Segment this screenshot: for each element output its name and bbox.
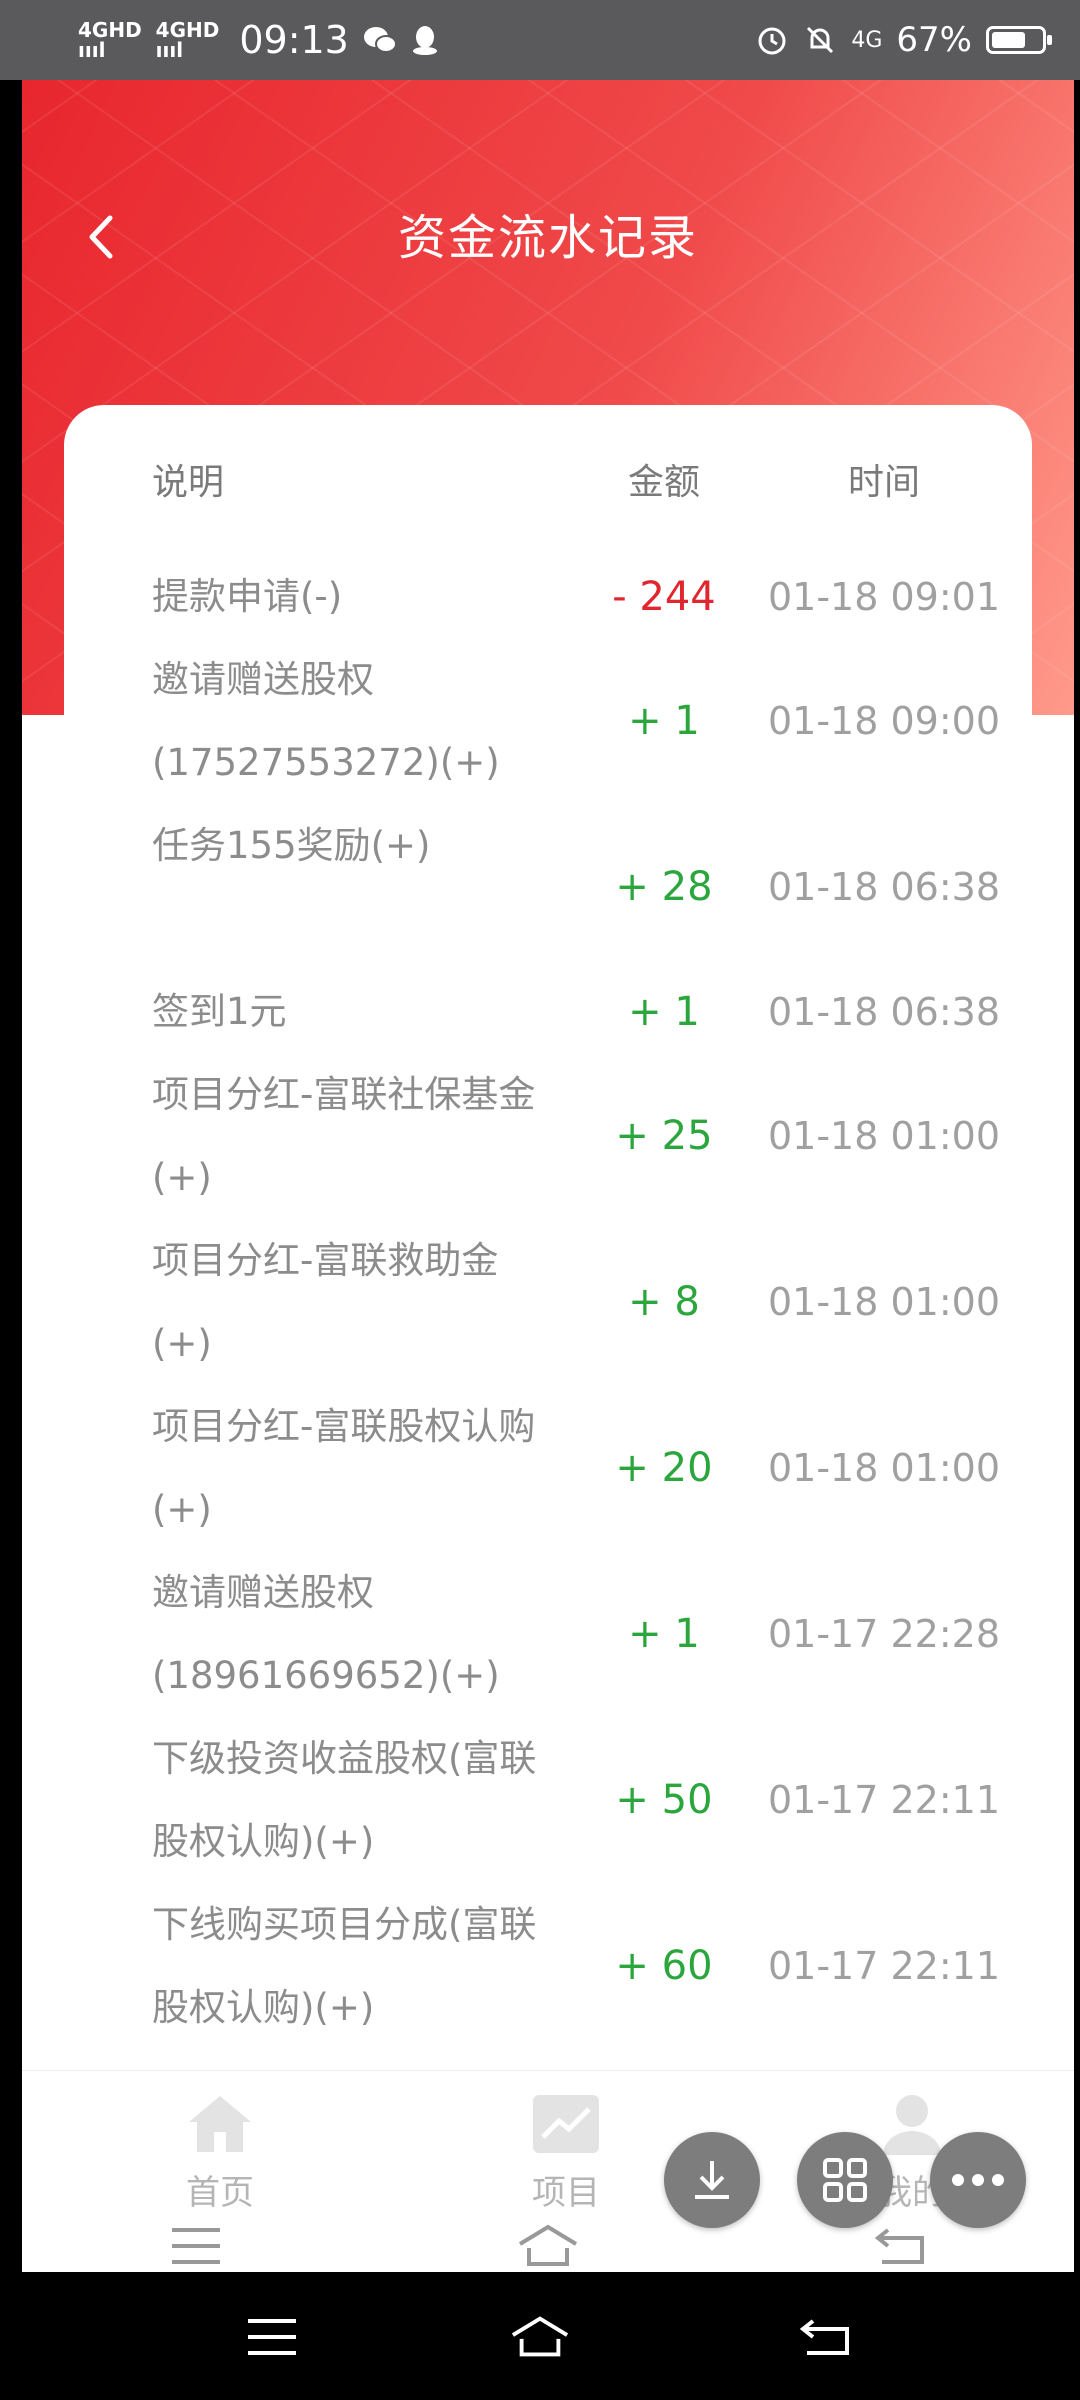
download-float-button[interactable] bbox=[664, 2132, 760, 2228]
column-time: 时间 bbox=[847, 462, 920, 503]
inner-nav-bar bbox=[22, 2220, 1074, 2272]
signal-label-1: 4GHD bbox=[78, 18, 142, 42]
record-description: 下线购买项目分成(富联股权认购)(+) bbox=[152, 1903, 537, 2029]
record-time: 01-18 01:00 bbox=[767, 1446, 1000, 1490]
record-row: 项目分红-富联股权认购(+) + 20 01-18 01:00 bbox=[64, 1385, 1032, 1551]
system-nav-bar bbox=[0, 2272, 1080, 2400]
record-row: 任务155奖励(+) + 28 01-18 06:38 bbox=[64, 804, 1032, 970]
back-arrow-icon bbox=[799, 2319, 849, 2355]
record-description: 邀请赠送股权(17527553272)(+) bbox=[152, 658, 500, 784]
app-screen: 资金流水记录 说明 金额 时间 提款申请(-) - 244 01-18 09:01 邀… bbox=[22, 80, 1074, 2272]
status-bar: 4GHD ıııl 4GHD ıııl 09:13 4G 67% bbox=[0, 0, 1080, 80]
record-time: 01-17 22:11 bbox=[767, 1778, 1000, 1822]
record-amount: + 60 bbox=[615, 1943, 713, 1989]
record-time: 01-18 06:38 bbox=[767, 865, 1000, 909]
record-row: 邀请赠送股权(18961669652)(+) + 1 01-17 22:28 bbox=[64, 1551, 1032, 1717]
user-icon bbox=[883, 2095, 941, 2155]
home-icon bbox=[189, 2096, 251, 2152]
home-outline-icon bbox=[511, 2316, 569, 2357]
signal-icon-1: 4GHD ıııl bbox=[78, 18, 142, 62]
record-amount: + 20 bbox=[615, 1445, 713, 1491]
record-description: 邀请赠送股权(18961669652)(+) bbox=[152, 1571, 500, 1697]
record-time: 01-18 06:38 bbox=[767, 989, 1000, 1034]
qq-icon bbox=[412, 26, 437, 55]
signal-icon-2: 4GHD ıııl bbox=[155, 18, 220, 62]
grid-icon bbox=[823, 2158, 867, 2202]
column-amount: 金额 bbox=[627, 462, 700, 503]
record-time: 01-17 22:11 bbox=[767, 1944, 1000, 1988]
record-row: 提款申请(-) - 244 01-18 09:01 bbox=[64, 555, 1032, 638]
more-dots-icon bbox=[952, 2174, 1004, 2186]
record-row: 项目分红-富联社保基金(+) + 25 01-18 01:00 bbox=[64, 1053, 1032, 1219]
more-float-button[interactable] bbox=[930, 2132, 1026, 2228]
table-header: 说明 金额 时间 bbox=[64, 453, 1032, 513]
back-arrow-icon[interactable] bbox=[874, 2226, 926, 2266]
system-menu-button[interactable] bbox=[242, 2312, 302, 2362]
records-list: 提款申请(-) - 244 01-18 09:01 邀请赠送股权(1752755327… bbox=[64, 555, 1032, 2049]
record-description: 签到1元 bbox=[152, 990, 287, 1033]
tab-project-label: 项目 bbox=[532, 2173, 600, 2213]
menu-icon bbox=[248, 2319, 296, 2355]
record-row: 邀请赠送股权(17527553272)(+) + 1 01-18 09:00 bbox=[64, 638, 1032, 804]
network-type: 4G bbox=[851, 27, 883, 53]
tab-home-label: 首页 bbox=[186, 2173, 254, 2213]
record-row: 项目分红-富联救助金(+) + 8 01-18 01:00 bbox=[64, 1219, 1032, 1385]
home-outline-icon[interactable] bbox=[517, 2224, 579, 2268]
tab-project[interactable]: 项目 bbox=[476, 2089, 656, 2214]
record-amount: + 1 bbox=[628, 988, 700, 1035]
record-description: 提款申请(-) bbox=[152, 575, 343, 618]
record-amount: + 8 bbox=[628, 1279, 700, 1325]
record-time: 01-18 01:00 bbox=[767, 1114, 1000, 1158]
record-amount: + 1 bbox=[628, 1611, 700, 1657]
record-amount: + 50 bbox=[615, 1777, 713, 1823]
system-back-button[interactable] bbox=[795, 2312, 855, 2362]
page-title: 资金流水记录 bbox=[397, 210, 698, 266]
column-description: 说明 bbox=[152, 462, 225, 503]
battery-icon bbox=[986, 26, 1052, 54]
record-amount: - 244 bbox=[612, 573, 716, 620]
alarm-icon bbox=[758, 27, 786, 55]
record-row: 签到1元 + 1 01-18 06:38 bbox=[64, 970, 1032, 1053]
record-time: 01-18 09:00 bbox=[767, 699, 1000, 743]
menu-icon[interactable] bbox=[170, 2226, 222, 2266]
record-time: 01-17 22:28 bbox=[767, 1612, 1000, 1656]
record-time: 01-18 09:01 bbox=[767, 574, 1000, 619]
mute-bell-icon bbox=[807, 26, 834, 54]
record-description: 下级投资收益股权(富联股权认购)(+) bbox=[152, 1737, 537, 1863]
battery-percent: 67% bbox=[896, 20, 972, 60]
record-amount: + 28 bbox=[615, 864, 713, 910]
chart-icon bbox=[533, 2095, 599, 2153]
download-icon bbox=[695, 2161, 729, 2199]
record-row: 下线购买项目分成(富联股权认购)(+) + 60 01-17 22:11 bbox=[64, 1883, 1032, 2049]
status-time: 09:13 bbox=[239, 18, 349, 62]
record-description: 项目分红-富联股权认购(+) bbox=[152, 1405, 536, 1531]
record-time: 01-18 01:00 bbox=[767, 1280, 1000, 1324]
record-description: 项目分红-富联救助金(+) bbox=[152, 1239, 499, 1365]
record-amount: + 1 bbox=[628, 698, 700, 744]
bottom-tab-bar: 首页 项目 我的 bbox=[22, 2070, 1074, 2221]
record-amount: + 25 bbox=[615, 1113, 713, 1159]
system-home-button[interactable] bbox=[510, 2312, 570, 2362]
records-card: 说明 金额 时间 提款申请(-) - 244 01-18 09:01 邀请赠送股权(1… bbox=[64, 405, 1032, 2040]
wechat-icon bbox=[363, 27, 397, 53]
record-description: 项目分红-富联社保基金(+) bbox=[152, 1073, 536, 1199]
apps-float-button[interactable] bbox=[797, 2132, 893, 2228]
status-right: 4G 67% bbox=[755, 20, 1052, 60]
signal-label-2: 4GHD bbox=[155, 18, 220, 42]
record-description: 任务155奖励(+) bbox=[152, 824, 431, 867]
tab-home[interactable]: 首页 bbox=[130, 2089, 310, 2214]
status-left: 4GHD ıııl 4GHD ıııl 09:13 bbox=[78, 18, 439, 62]
record-row: 下级投资收益股权(富联股权认购)(+) + 50 01-17 22:11 bbox=[64, 1717, 1032, 1883]
